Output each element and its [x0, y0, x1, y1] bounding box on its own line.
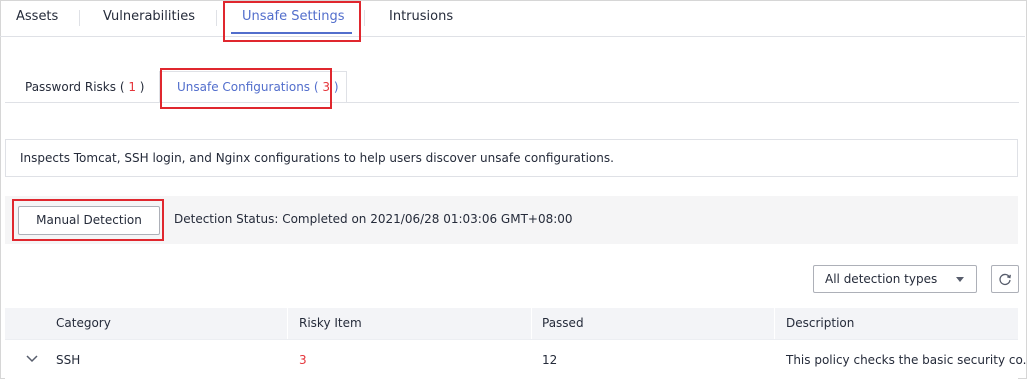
tab-divider [79, 10, 80, 26]
sub-tab-label: Password Risks [25, 80, 116, 94]
sub-tab-count-close: ) [135, 80, 145, 94]
tab-divider [364, 10, 365, 26]
highlight-box-unsafe-configurations [160, 68, 332, 109]
refresh-icon [999, 273, 1011, 286]
tab-intrusions[interactable]: Intrusions [389, 0, 453, 34]
highlight-box-manual-detection [12, 199, 164, 241]
caret-down-icon [956, 277, 964, 282]
cell-description: This policy checks the basic security co… [786, 353, 1027, 367]
table-header: Category Risky Item Passed Description [5, 308, 1018, 339]
cell-risky-item[interactable]: 3 [299, 340, 307, 379]
refresh-button[interactable] [991, 265, 1019, 293]
column-divider [287, 308, 288, 339]
cell-category: SSH [56, 353, 81, 367]
top-tab-bar: Assets Vulnerabilities Unsafe Settings I… [0, 0, 1025, 37]
column-divider [774, 308, 775, 339]
column-header-category[interactable]: Category [56, 308, 111, 339]
column-divider [531, 308, 532, 339]
detection-status: Detection Status: Completed on 2021/06/2… [174, 212, 573, 226]
tab-divider [216, 10, 217, 26]
detection-type-select[interactable]: All detection types [813, 265, 977, 293]
info-text: Inspects Tomcat, SSH login, and Nginx co… [20, 151, 614, 165]
highlight-box-unsafe-settings [223, 1, 361, 42]
cell-passed: 12 [542, 353, 558, 367]
column-header-passed[interactable]: Passed [542, 308, 584, 339]
sub-tab-divider [5, 102, 1019, 103]
info-banner: Inspects Tomcat, SSH login, and Nginx co… [5, 139, 1018, 177]
select-value: All detection types [825, 272, 938, 286]
column-header-description[interactable]: Description [786, 308, 854, 339]
tab-assets[interactable]: Assets [16, 0, 58, 34]
sub-tab-password-risks[interactable]: Password Risks ( 1 ) [25, 80, 144, 94]
column-header-risky-item[interactable]: Risky Item [299, 308, 362, 339]
chevron-down-icon[interactable] [26, 355, 38, 363]
tab-vulnerabilities[interactable]: Vulnerabilities [103, 0, 195, 34]
table-row: SSH 3 12 This policy checks the basic se… [5, 339, 1027, 379]
sub-tab-count: 1 [128, 80, 136, 94]
